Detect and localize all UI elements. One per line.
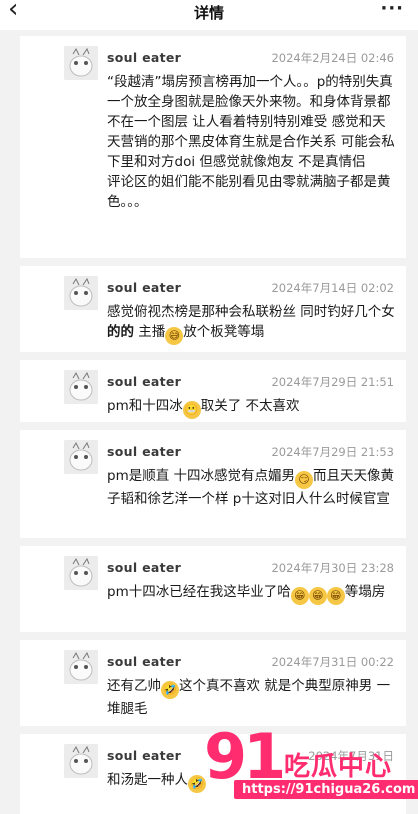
comment-text-part: 主播 [134,324,166,340]
watermark: 91 吃瓜中心 https://91chigua26.com [198,720,418,814]
comment-text-part: 和汤匙一种人 [107,772,188,788]
comment-time: 2024年7月30日 23:28 [271,561,394,575]
avatar-image-icon [64,744,98,778]
rofl-emoji-icon: 🤣 [161,681,179,699]
comment-card: soul eater 2024年7月29日 21:51 pm和十四冰 😬 取关了 不… [20,360,406,422]
comment-text: 感觉俯视杰榜是那种会私联粉丝 同时钓好几个女 的的 主播 😅 放个板凳等塌 [107,302,397,345]
comment-card: soul eater 2024年2月24日 02:46 “段越清”塌房预言榜再加… [20,36,406,258]
avatar[interactable] [64,440,98,474]
sweat-smile-emoji-icon: 😅 [165,327,184,345]
comment-time: 2024年7月14日 02:02 [271,281,394,295]
more-ellipsis-icon[interactable]: ··· [380,0,404,19]
avatar-image-icon [64,650,98,684]
grin-emoji-icon: 😁 [308,587,327,605]
comment-text-part: pm是顺直 十四冰感觉有点媚男 [107,468,296,484]
comment-text: pm是顺直 十四冰感觉有点媚男 😏 而且天天像黄子韬和徐艺洋一个样 p十这对旧人什么… [107,466,397,509]
comment-author[interactable]: soul eater [107,50,181,65]
grin-emoji-icon: 😁 [290,587,309,605]
avatar[interactable] [64,650,98,684]
comment-text-part: 放个板凳等塌 [183,324,265,340]
avatar[interactable] [64,46,98,80]
comment-text: pm十四冰已经在我这毕业了哈 😁 😁 😁 等塌房 [107,582,397,605]
grimace-emoji-icon: 😬 [182,401,201,419]
avatar-image-icon [64,276,98,310]
comment-time: 2024年7月29日 21:53 [271,445,394,459]
comment-text-bold: 的的 [107,324,134,340]
comment-author[interactable]: soul eater [107,560,181,575]
comment-author[interactable]: soul eater [107,374,181,389]
comment-text-part: pm十四冰已经在我这毕业了哈 [107,584,291,600]
comment-card: soul eater 2024年7月14日 02:02 感觉俯视杰榜是那种会私联… [20,266,406,352]
comment-text-part: 等塌房 [344,584,386,600]
smirk-emoji-icon: 😏 [295,471,314,489]
comment-list: soul eater 2024年2月24日 02:46 “段越清”塌房预言榜再加… [20,30,406,814]
comment-text: 还有乙帅 🤣 这个真不喜欢 就是个典型原神男 一堆腿毛 [107,676,397,719]
avatar-image-icon [64,46,98,80]
top-bar: ‹ 详情 ··· [0,0,418,30]
avatar-image-icon [64,370,98,404]
comment-author[interactable]: soul eater [107,444,181,459]
comment-time: 2024年2月24日 02:46 [271,51,394,65]
comment-text-part: 还有乙帅 [107,678,161,694]
comment-card: soul eater 2024年7月30日 23:28 pm十四冰已经在我这毕业… [20,546,406,632]
avatar[interactable] [64,744,98,778]
grin-emoji-icon: 😁 [326,587,345,605]
comment-text: pm和十四冰 😬 取关了 不太喜欢 [107,396,397,419]
comment-author[interactable]: soul eater [107,748,181,763]
avatar-image-icon [64,556,98,590]
watermark-name: 吃瓜中心 [284,752,393,782]
avatar[interactable] [64,276,98,310]
comment-card: soul eater 2024年7月29日 21:53 pm是顺直 十四冰感觉有… [20,430,406,538]
comment-author[interactable]: soul eater [107,654,181,669]
comment-text-part: 感觉俯视杰榜是那种会私联粉丝 同时钓好几个女 [107,304,395,320]
comment-time: 2024年7月29日 21:51 [271,375,394,389]
comment-text-part: pm和十四冰 [107,398,183,414]
comment-text-part: 取关了 不太喜欢 [200,398,300,414]
comment-time: 2024年7月31日 00:22 [271,655,394,669]
avatar-image-icon [64,440,98,474]
page-title: 详情 [193,4,224,22]
comment-card: soul eater 2024年7月31日 00:22 还有乙帅 🤣 这个真不喜欢 … [20,640,406,726]
avatar[interactable] [64,370,98,404]
watermark-url: https://91chigua26.com [234,780,418,799]
comment-author[interactable]: soul eater [107,280,181,295]
avatar[interactable] [64,556,98,590]
comment-text: “段越清”塌房预言榜再加一个人。。p的特别失真 一个放全身图就是脸像天外来物。和… [107,74,395,210]
